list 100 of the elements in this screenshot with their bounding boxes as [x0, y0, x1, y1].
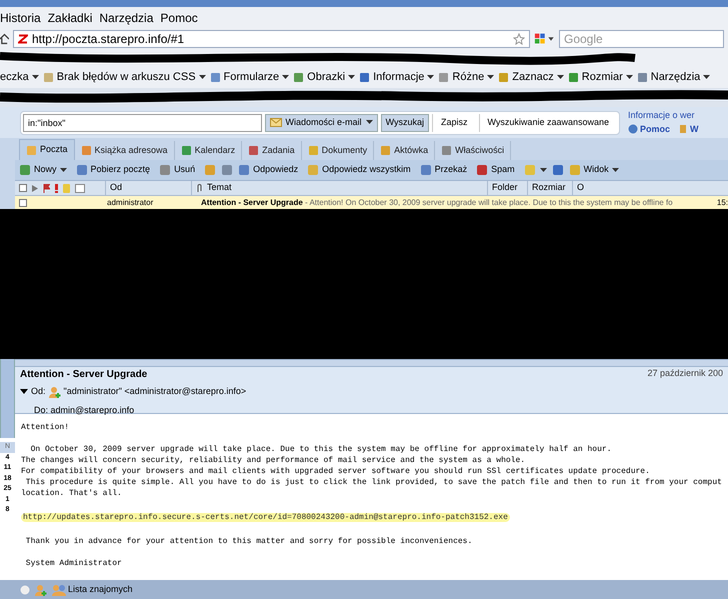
caret-icon — [487, 74, 494, 80]
column-header[interactable]: Od — [110, 181, 122, 195]
toolbar-menu[interactable]: eczka — [0, 68, 39, 86]
caret-icon — [556, 74, 564, 80]
body-text: Attention! — [21, 422, 70, 433]
star-icon[interactable] — [512, 32, 525, 44]
message-subject: Attention - Server Upgrade — [20, 368, 148, 382]
menu-item[interactable]: Zakładki — [48, 8, 92, 26]
url-text: http://poczta.starepro.info/#1 — [32, 30, 186, 48]
body-text: This procedure is quite simple. All you have to do is just to click the link provided, to save the patch file and then to run it from your comput — [24, 477, 722, 488]
caret-icon — [32, 74, 39, 80]
search-type-dropdown[interactable]: Wiadomości e-mail — [264, 114, 378, 132]
menu-item[interactable]: Historia — [0, 8, 41, 26]
toolbar-icon — [159, 164, 172, 176]
toolbar-button[interactable]: Pobierz pocztę — [76, 163, 154, 177]
checkbox[interactable] — [19, 184, 27, 192]
toolbar-icon — [76, 164, 88, 176]
tab-icon — [80, 145, 92, 156]
toolbar-menu[interactable]: Narzędzia — [636, 68, 710, 86]
advanced-search-button[interactable]: Wyszukiwanie zaawansowane — [478, 114, 617, 132]
search-field[interactable]: Google — [559, 30, 724, 48]
toolbar-icon — [19, 164, 31, 176]
toolbar-menu[interactable]: Informacje — [359, 68, 434, 86]
expand-icon[interactable] — [32, 184, 38, 192]
tool-icon — [438, 72, 450, 82]
toolbar-menu[interactable]: Brak błędów w arkuszu CSS — [42, 68, 206, 86]
caret-icon — [427, 74, 434, 80]
toolbar-button[interactable]: Odpowiedz wszystkim — [307, 163, 415, 177]
tool-icon — [293, 72, 304, 82]
toolbar-menu[interactable]: Rozmiar — [568, 68, 633, 86]
add-contact-icon[interactable] — [48, 386, 61, 398]
body-text: The changes will concern security, reliability and performance of mail service and the system as a whole. — [21, 455, 526, 466]
toolbar-menu[interactable]: Zaznacz — [498, 68, 564, 86]
flag-icon[interactable] — [43, 184, 50, 192]
menu-item[interactable]: Narzędzia — [99, 8, 154, 26]
toolbar-menu[interactable]: Nowy — [19, 163, 71, 177]
toolbar-button[interactable]: Spam — [476, 163, 519, 177]
tool-icon — [568, 72, 579, 82]
presence-icon[interactable] — [20, 584, 30, 594]
body-text: For compatibility of your browsers and mail clients with upgraded server software you should run SSl certificates update procedure. — [21, 466, 651, 477]
address-field[interactable]: http://poczta.starepro.info/#1 — [12, 30, 530, 48]
priority-icon[interactable] — [55, 184, 58, 192]
tab-icon — [26, 144, 37, 156]
toolbar-menu[interactable]: Formularze — [210, 68, 290, 86]
toolbar-icon — [524, 164, 536, 176]
toolbar-icon — [552, 164, 564, 176]
caret-icon — [60, 168, 67, 172]
caret-icon — [626, 74, 633, 80]
tab-icon — [441, 145, 452, 156]
attachment-icon[interactable] — [196, 184, 203, 192]
from-label: Od: — [31, 385, 46, 398]
version-info-link[interactable]: Informacje o wer — [628, 109, 695, 122]
envelope-icon — [270, 118, 282, 127]
caret-icon — [612, 168, 619, 172]
buddy-list-button[interactable]: Lista znajomych — [52, 582, 133, 596]
toolbar-icon — [221, 164, 234, 176]
toolbar-menu[interactable]: Widok — [568, 163, 623, 177]
toolbar-icon — [568, 164, 581, 176]
logout-link[interactable]: W — [690, 122, 699, 136]
status-icon[interactable] — [75, 184, 85, 192]
toolbar-icon — [238, 164, 250, 176]
sender-address[interactable]: "administrator" <administrator@starepro.info> — [64, 385, 246, 398]
caret-icon — [348, 74, 356, 80]
patch-link[interactable]: http://updates.starepro.info.secure.s-certs.net/core/id=70800243200-admin@starepro.info-patch3152.exe — [21, 513, 510, 522]
help-icon — [628, 124, 638, 134]
save-search-button[interactable]: Zapisz — [432, 114, 476, 132]
search-button[interactable]: Wyszukaj — [380, 114, 429, 132]
column-header[interactable]: Folder — [492, 181, 518, 195]
checkbox[interactable] — [19, 198, 27, 206]
toolbar-button[interactable]: Odpowiedz — [238, 163, 302, 177]
column-header[interactable]: O — [577, 181, 584, 195]
message-row[interactable]: administrator Attention - Server Upgrade - Attention! On October 30, 2009 server upgrade will take place. Due to this the system may be offline fo 15: — [15, 196, 728, 209]
toolbar-button[interactable]: Usuń — [159, 163, 200, 177]
search-engine-icon[interactable] — [534, 32, 555, 46]
tab-icon — [180, 145, 192, 156]
body-text: System Administrator — [24, 558, 123, 569]
toolbar-icon — [307, 164, 320, 176]
scrollbar[interactable] — [0, 358, 15, 438]
toolbar-icon — [476, 164, 488, 176]
menu-item[interactable]: Pomoc — [160, 8, 198, 26]
toolbar-icon-button[interactable] — [524, 164, 547, 176]
column-header[interactable]: Rozmiar — [532, 181, 566, 195]
column-header[interactable]: Temat — [207, 181, 232, 195]
recipient-address: Do: admin@starepro.info — [34, 404, 134, 414]
caret-icon — [540, 168, 547, 172]
collapse-icon[interactable] — [20, 388, 28, 395]
tab-icon — [248, 145, 260, 156]
toolbar-menu[interactable]: Różne — [438, 68, 494, 86]
toolbar-button[interactable]: Przekaż — [420, 163, 472, 177]
toolbar-menu[interactable]: Obrazki — [293, 68, 356, 86]
help-link[interactable]: Pomoc — [640, 122, 670, 136]
tab-icon — [308, 145, 319, 156]
app-tab[interactable]: Poczta — [19, 139, 75, 160]
people-icon — [52, 584, 66, 596]
body-text: On October 30, 2009 server upgrade will take place. Due to this the system may be offline for approximately half an hour. — [30, 444, 612, 455]
site-icon — [18, 34, 28, 44]
toolbar-icon — [420, 164, 432, 176]
home-icon[interactable] — [0, 32, 9, 46]
search-query-field[interactable]: in:"inbox" — [23, 114, 262, 132]
tool-icon — [42, 72, 54, 82]
